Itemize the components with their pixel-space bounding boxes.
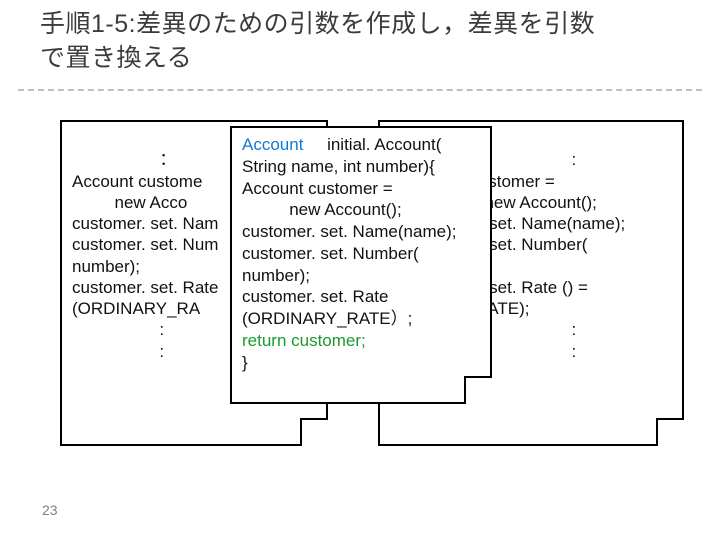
code-left-l5: number);: [72, 257, 140, 276]
code-front-l9: (ORDINARY_RATE）;: [242, 309, 412, 328]
code-card-front: Account initial. Account( String name, i…: [230, 126, 492, 404]
code-left-l2: new Acco: [72, 193, 187, 212]
code-left-l6: customer. set. Rate: [72, 278, 218, 297]
code-front-l5: customer. set. Name(name);: [242, 222, 456, 241]
title-line-2: で置き換える: [40, 44, 192, 72]
code-left-dots-b1: :: [72, 320, 166, 339]
code-front-l3: Account customer =: [242, 179, 393, 198]
code-front-l4: new Account();: [242, 200, 402, 219]
code-front-type: Account: [242, 135, 303, 154]
code-front-close: }: [242, 353, 248, 372]
code-front-l6: customer. set. Number(: [242, 244, 419, 263]
code-left-l3: customer. set. Nam: [72, 214, 218, 233]
title-line-1: 手順1-5:差異のための引数を作成し，差異を引数: [40, 10, 595, 38]
code-left-l7: (ORDINARY_RA: [72, 299, 200, 318]
code-left-dots-b2: :: [72, 342, 166, 361]
code-front-l7: number);: [242, 266, 310, 285]
code-front-sig2: String name, int number){: [242, 157, 435, 176]
code-front-return: return customer;: [242, 331, 366, 350]
code-front-method: initial. Account(: [327, 135, 441, 154]
title-underline: [18, 89, 702, 91]
code-left-l1: Account custome: [72, 172, 202, 191]
code-left-dots-top: ：: [72, 150, 178, 169]
code-left-l4: customer. set. Num: [72, 235, 218, 254]
slide-title: 手順1-5:差異のための引数を作成し，差異を引数 で置き換える: [0, 0, 720, 86]
code-front-body: Account initial. Account( String name, i…: [242, 134, 482, 396]
code-front-l8: customer. set. Rate: [242, 287, 388, 306]
page-number: 23: [42, 502, 58, 518]
